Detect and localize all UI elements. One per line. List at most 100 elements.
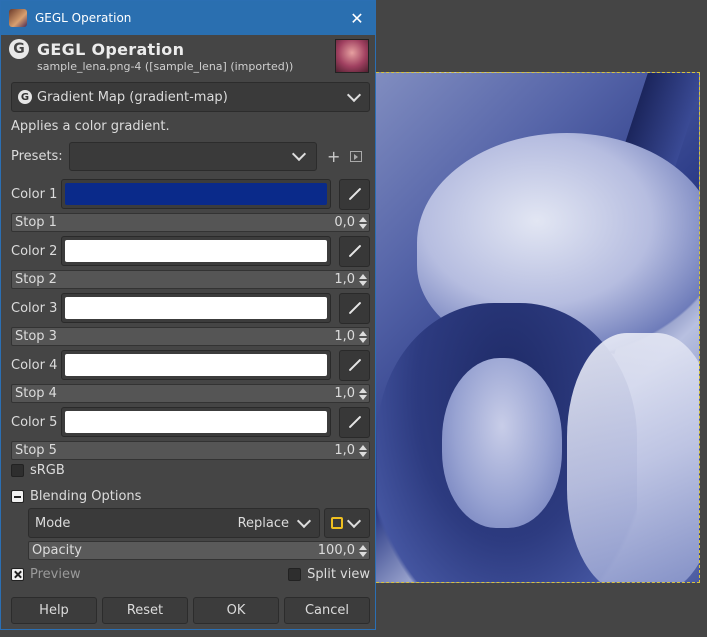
stop-label: Stop 1 xyxy=(15,215,57,230)
arrow-up-icon[interactable] xyxy=(359,544,367,550)
color-picker-button[interactable] xyxy=(339,178,370,210)
preview-label: Preview xyxy=(30,567,81,582)
arrow-up-icon[interactable] xyxy=(359,273,367,279)
cancel-button[interactable]: Cancel xyxy=(284,597,370,624)
gegl-operation-dialog: GEGL Operation ✕ G GEGL Operation sample… xyxy=(0,0,376,630)
color-row: Color 5 xyxy=(11,405,370,439)
stop-spinner[interactable] xyxy=(359,273,367,286)
mode-select[interactable]: Mode Replace xyxy=(28,508,320,538)
operation-select-value: Gradient Map (gradient-map) xyxy=(37,89,228,105)
window-title: GEGL Operation xyxy=(35,11,132,25)
mode-value: Replace xyxy=(237,515,289,531)
presets-menu-icon[interactable] xyxy=(350,151,363,162)
preview-toggle[interactable]: Preview xyxy=(11,567,288,582)
reset-button[interactable]: Reset xyxy=(102,597,188,624)
color-button[interactable] xyxy=(61,179,331,209)
color-button[interactable] xyxy=(61,293,331,323)
color-swatch xyxy=(65,240,327,262)
composite-mode-icon xyxy=(331,517,343,529)
image-thumbnail xyxy=(335,39,369,73)
color-row: Color 2 xyxy=(11,234,370,268)
help-button[interactable]: Help xyxy=(11,597,97,624)
stop-spinner[interactable] xyxy=(359,444,367,457)
presets-label: Presets: xyxy=(11,149,63,164)
color-picker-button[interactable] xyxy=(339,292,370,324)
color-swatch xyxy=(65,411,327,433)
srgb-label: sRGB xyxy=(30,463,65,478)
color-label: Color 5 xyxy=(11,414,58,430)
presets-row: Presets: + xyxy=(11,142,370,171)
eyedropper-icon xyxy=(348,244,361,258)
eyedropper-icon xyxy=(348,187,361,201)
color-swatch xyxy=(65,297,327,319)
image-shoulder xyxy=(567,333,699,582)
stop-spin-scale[interactable]: Stop 2 1,0 xyxy=(11,270,370,289)
color-picker-button[interactable] xyxy=(339,349,370,381)
collapse-icon[interactable] xyxy=(11,490,24,503)
color-row: Color 3 xyxy=(11,291,370,325)
stop-value: 1,0 xyxy=(334,329,355,344)
srgb-checkbox[interactable] xyxy=(11,464,24,477)
color-button[interactable] xyxy=(61,407,331,437)
stop-spin-scale[interactable]: Stop 5 1,0 xyxy=(11,441,370,460)
color-label: Color 4 xyxy=(11,357,58,373)
eyedropper-icon xyxy=(348,301,361,315)
color-picker-button[interactable] xyxy=(339,406,370,438)
chevron-down-icon xyxy=(291,146,307,162)
stop-value: 1,0 xyxy=(334,443,355,458)
arrow-up-icon[interactable] xyxy=(359,444,367,450)
stop-spin-scale[interactable]: Stop 1 0,0 xyxy=(11,213,370,232)
header-title: GEGL Operation xyxy=(37,39,185,59)
chevron-down-icon xyxy=(346,87,362,102)
arrow-down-icon[interactable] xyxy=(359,451,367,457)
arrow-down-icon[interactable] xyxy=(359,394,367,400)
split-view-toggle[interactable]: Split view xyxy=(288,567,370,582)
operation-select[interactable]: G Gradient Map (gradient-map) xyxy=(11,82,370,112)
opacity-spin-scale[interactable]: Opacity 100,0 xyxy=(28,541,370,560)
dialog-buttons: Help Reset OK Cancel xyxy=(11,597,370,624)
blending-options-toggle[interactable]: Blending Options xyxy=(11,489,370,504)
split-view-checkbox[interactable] xyxy=(288,568,302,581)
arrow-up-icon[interactable] xyxy=(359,387,367,393)
color-label: Color 1 xyxy=(11,186,58,202)
arrow-up-icon[interactable] xyxy=(359,216,367,222)
header-subtitle: sample_lena.png-4 ([sample_lena] (import… xyxy=(37,59,294,73)
image-face xyxy=(442,358,562,528)
operation-description: Applies a color gradient. xyxy=(11,119,170,134)
close-icon[interactable]: ✕ xyxy=(347,9,367,28)
stop-value: 0,0 xyxy=(334,215,355,230)
chevron-down-icon xyxy=(346,513,362,528)
stop-spinner[interactable] xyxy=(359,216,367,229)
title-bar[interactable]: GEGL Operation ✕ xyxy=(1,1,375,35)
image-preview[interactable] xyxy=(336,72,700,583)
mode-label: Mode xyxy=(35,515,71,531)
stop-label: Stop 5 xyxy=(15,443,57,458)
stop-label: Stop 2 xyxy=(15,272,57,287)
stop-spinner[interactable] xyxy=(359,387,367,400)
srgb-row[interactable]: sRGB xyxy=(11,463,370,478)
add-preset-icon[interactable]: + xyxy=(327,147,340,166)
ok-button[interactable]: OK xyxy=(193,597,279,624)
stop-spin-scale[interactable]: Stop 3 1,0 xyxy=(11,327,370,346)
stop-spin-scale[interactable]: Stop 4 1,0 xyxy=(11,384,370,403)
composite-mode-select[interactable] xyxy=(324,508,370,538)
stop-spinner[interactable] xyxy=(359,330,367,343)
color-swatch xyxy=(65,183,327,205)
color-stops-group: Color 1 Stop 1 0,0 Color 2 Stop 2 1,0 Color 3 S… xyxy=(11,177,370,462)
arrow-down-icon[interactable] xyxy=(359,223,367,229)
presets-select[interactable] xyxy=(69,142,317,171)
stop-label: Stop 4 xyxy=(15,386,57,401)
arrow-up-icon[interactable] xyxy=(359,330,367,336)
eyedropper-icon xyxy=(348,358,361,372)
preview-checkbox[interactable] xyxy=(11,568,24,581)
opacity-spinner[interactable] xyxy=(359,544,367,557)
color-label: Color 3 xyxy=(11,300,58,316)
split-view-label: Split view xyxy=(307,567,370,582)
color-picker-button[interactable] xyxy=(339,235,370,267)
color-button[interactable] xyxy=(61,350,331,380)
arrow-down-icon[interactable] xyxy=(359,551,367,557)
color-button[interactable] xyxy=(61,236,331,266)
arrow-down-icon[interactable] xyxy=(359,280,367,286)
gimp-app-icon xyxy=(9,9,27,27)
arrow-down-icon[interactable] xyxy=(359,337,367,343)
